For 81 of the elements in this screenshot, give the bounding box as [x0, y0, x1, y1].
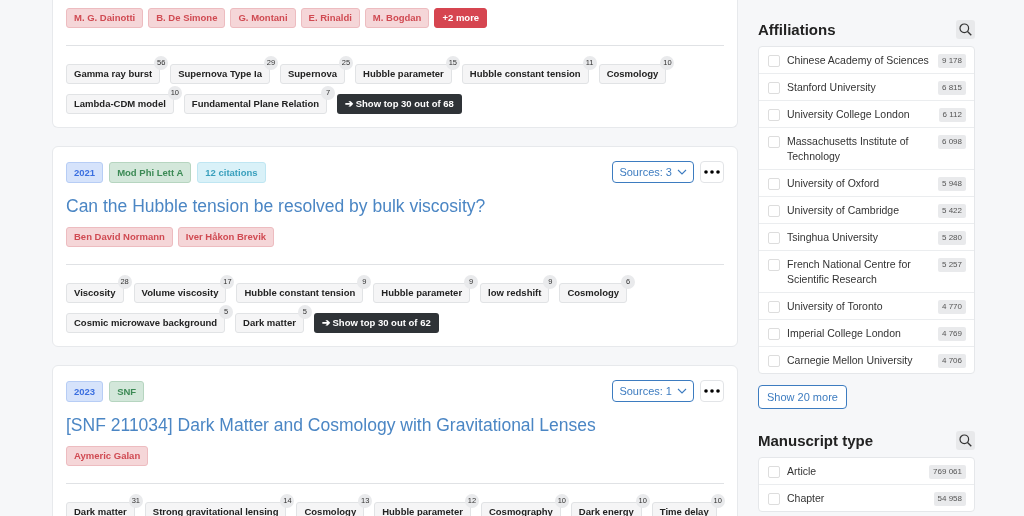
- keyword-tag[interactable]: Volume viscosity: [133, 283, 227, 303]
- count-badge: 4 770: [937, 299, 966, 314]
- count-badge: 6 112: [938, 107, 966, 122]
- paper-badge: 2021: [66, 161, 104, 183]
- sources-dropdown[interactable]: Sources: 3: [612, 161, 694, 183]
- filter-label[interactable]: Article: [787, 463, 923, 479]
- keyword-tag[interactable]: low redshift: [480, 283, 550, 303]
- chevron-down-icon: [677, 169, 687, 175]
- more-authors-button[interactable]: +2 more: [434, 8, 488, 28]
- keyword-tag[interactable]: Cosmology: [559, 283, 628, 303]
- count-badge: 6 815: [937, 80, 966, 95]
- filter-label[interactable]: University of Toronto: [787, 298, 931, 314]
- paper-badge: Mod Phi Lett A: [109, 161, 192, 183]
- paper-badge: 2023: [66, 380, 104, 402]
- paper-title[interactable]: Can the Hubble tension be resolved by bulk viscosity?: [66, 196, 724, 216]
- more-options-button[interactable]: [700, 380, 724, 402]
- keyword-tag[interactable]: Cosmic microwave background: [66, 313, 226, 333]
- checkbox[interactable]: [768, 300, 780, 313]
- count-badge: 6 098: [937, 134, 966, 149]
- chevron-down-icon: [677, 388, 687, 394]
- filter-title: Affiliations: [758, 21, 836, 38]
- keyword-tag[interactable]: Cosmology: [598, 64, 667, 84]
- filter-label[interactable]: Chapter: [787, 490, 927, 506]
- checkbox[interactable]: [768, 54, 780, 67]
- checkbox[interactable]: [768, 327, 780, 340]
- filter-label[interactable]: Stanford University: [787, 79, 931, 95]
- keyword-tag[interactable]: Hubble parameter: [373, 283, 471, 303]
- keyword-tag[interactable]: Lambda-CDM model: [66, 94, 174, 114]
- filter-label[interactable]: University of Oxford: [787, 175, 931, 191]
- checkbox[interactable]: [768, 135, 780, 148]
- filter-label[interactable]: University College London: [787, 106, 932, 122]
- checkbox[interactable]: [768, 354, 780, 367]
- checkbox[interactable]: [768, 231, 780, 244]
- filter-label[interactable]: French National Centre for Scientific Research: [787, 256, 931, 287]
- count-badge: 9 178: [937, 53, 966, 68]
- paper-badge: 12 citations: [197, 161, 266, 183]
- keyword-tag[interactable]: Viscosity: [66, 283, 124, 303]
- keyword-tag[interactable]: Fundamental Plane Relation: [183, 94, 328, 114]
- checkbox[interactable]: [768, 465, 780, 478]
- show-top-button[interactable]: ➔ Show top 30 out of 68: [337, 94, 462, 114]
- filter-label[interactable]: Chinese Academy of Sciences: [787, 52, 931, 68]
- filter-label[interactable]: Carnegie Mellon University: [787, 352, 931, 368]
- paper-badge: SNF: [109, 380, 145, 402]
- more-options-button[interactable]: [700, 161, 724, 183]
- keyword-tag[interactable]: Gamma ray burst: [66, 64, 161, 84]
- show-more-button[interactable]: Show 20 more: [758, 385, 847, 409]
- ellipsis-icon: [704, 170, 720, 174]
- show-top-button[interactable]: ➔ Show top 30 out of 62: [313, 313, 439, 333]
- checkbox[interactable]: [768, 81, 780, 94]
- filter-title: Manuscript type: [758, 432, 874, 449]
- sources-dropdown[interactable]: Sources: 1: [612, 380, 694, 402]
- checkbox[interactable]: [768, 108, 780, 121]
- paper-title[interactable]: [SNF 211034] Dark Matter and Cosmology with Gravitational Lenses: [66, 415, 724, 435]
- keyword-tag[interactable]: Dark matter: [66, 502, 135, 516]
- keyword-tag[interactable]: Supernova: [279, 64, 346, 84]
- search-icon: [959, 23, 972, 36]
- keyword-tag[interactable]: Supernova Type Ia: [170, 64, 270, 84]
- checkbox[interactable]: [768, 492, 780, 505]
- filter-label[interactable]: Tsinghua University: [787, 229, 931, 245]
- filter-label[interactable]: University of Cambridge: [787, 202, 931, 218]
- search-button[interactable]: [956, 20, 975, 39]
- keyword-tag[interactable]: Hubble constant tension: [236, 283, 364, 303]
- count-badge: 5 257: [937, 257, 966, 272]
- search-icon: [959, 434, 972, 447]
- count-badge: 769 061: [929, 464, 966, 479]
- count-badge: 4 769: [937, 326, 966, 341]
- filter-label[interactable]: Imperial College London: [787, 325, 931, 341]
- checkbox[interactable]: [768, 204, 780, 217]
- count-badge: 5 422: [937, 203, 966, 218]
- checkbox[interactable]: [768, 177, 780, 190]
- keyword-tag[interactable]: Dark matter: [235, 313, 304, 333]
- checkbox[interactable]: [768, 258, 780, 271]
- count-badge: 5 280: [937, 230, 966, 245]
- keyword-tag[interactable]: Hubble parameter: [355, 64, 452, 84]
- count-badge: 54 958: [933, 491, 966, 506]
- keyword-tag[interactable]: Hubble constant tension: [461, 64, 589, 84]
- count-badge: 5 948: [937, 176, 966, 191]
- count-badge: 4 706: [937, 353, 966, 368]
- ellipsis-icon: [704, 389, 720, 393]
- filter-label[interactable]: Massachusetts Institute of Technology: [787, 133, 931, 164]
- search-button[interactable]: [956, 431, 975, 450]
